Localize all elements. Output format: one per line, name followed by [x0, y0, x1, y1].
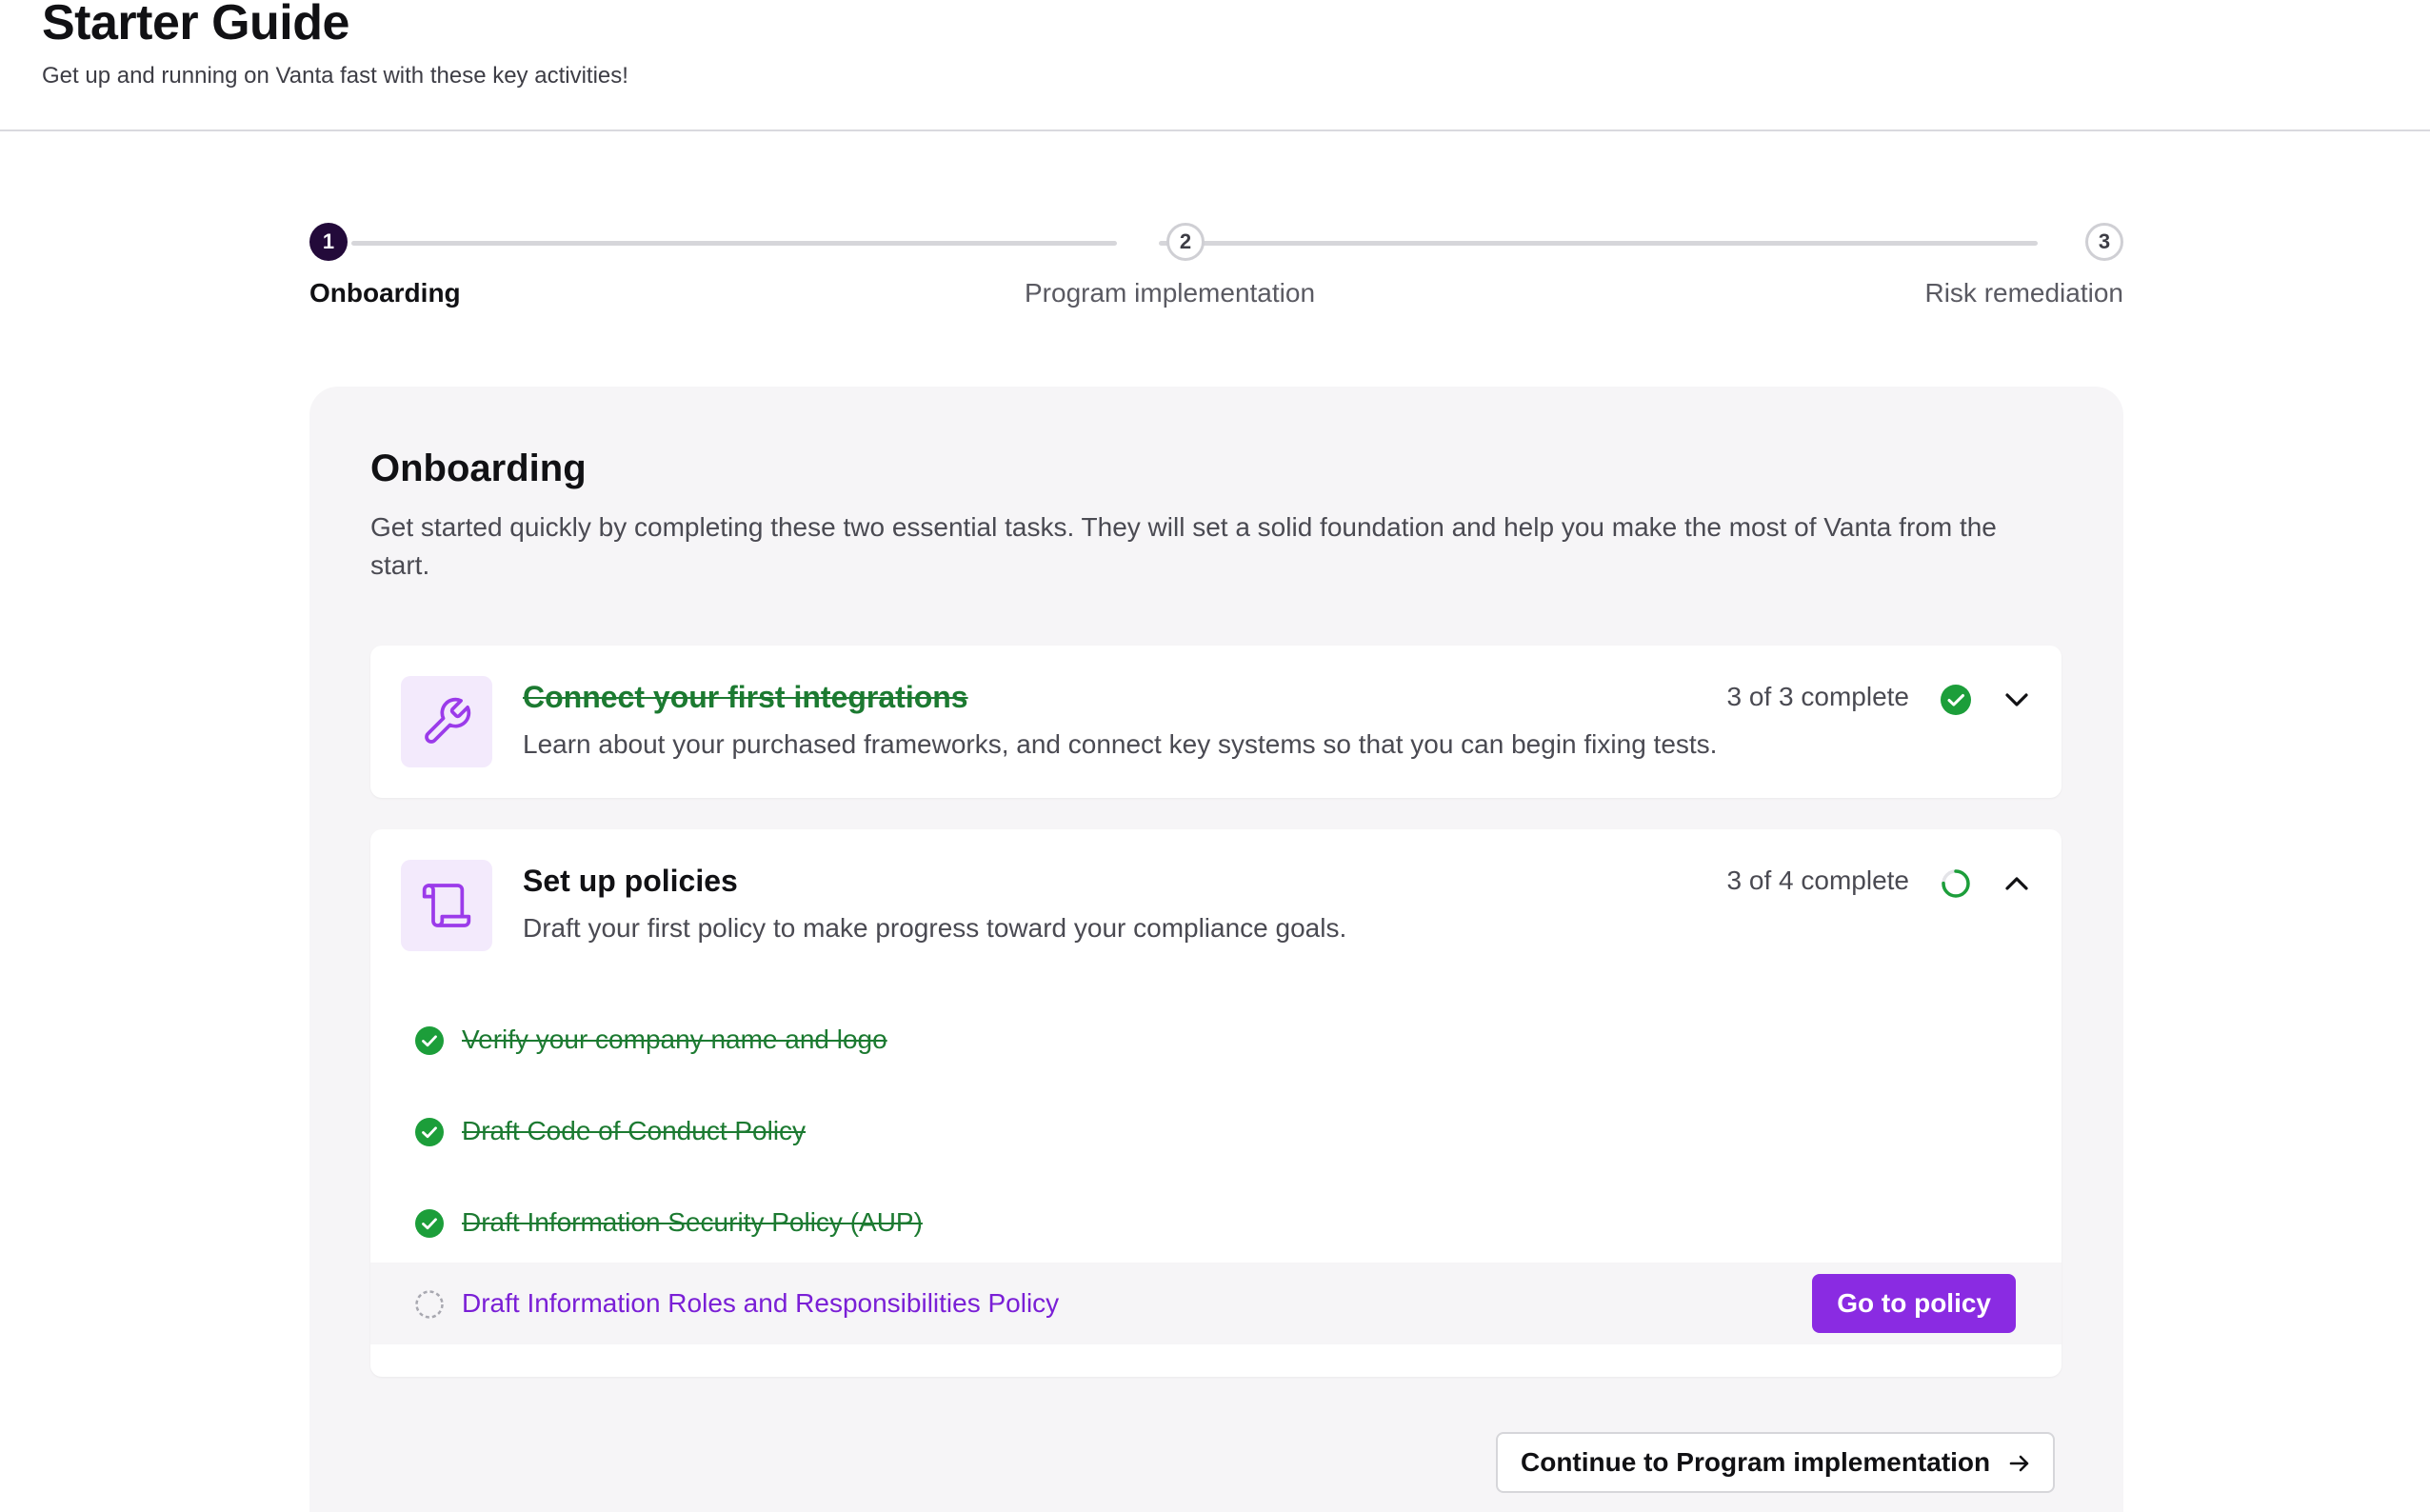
step-2-indicator[interactable]: 2	[1166, 223, 1205, 261]
subtask-link[interactable]: Draft Information Roles and Responsibili…	[462, 1288, 1059, 1319]
scroll-icon	[401, 860, 492, 951]
progress-stepper: 1 2 3 Onboarding Program implementation …	[309, 221, 2123, 316]
section-description: Get started quickly by completing these …	[370, 512, 1997, 580]
chevron-up-icon[interactable]	[2001, 867, 2033, 900]
wrench-icon	[401, 676, 492, 767]
subtask-item-current[interactable]: Draft Information Roles and Responsibili…	[370, 1263, 2062, 1344]
dashed-circle-icon	[414, 1289, 445, 1320]
starter-guide-page: Starter Guide Get up and running on Vant…	[0, 0, 2430, 1512]
step-3-label[interactable]: Risk remediation	[1924, 278, 2123, 308]
step-1-indicator[interactable]: 1	[309, 223, 348, 261]
task-card-integrations[interactable]: Connect your first integrations Learn ab…	[370, 646, 2062, 798]
go-to-policy-button[interactable]: Go to policy	[1812, 1274, 2016, 1333]
subtask-label: Draft Information Security Policy (AUP)	[462, 1207, 923, 1237]
stepper-connector-1	[351, 241, 1117, 246]
stepper-connector-2	[1159, 241, 2038, 246]
task-card-policies[interactable]: Set up policies Draft your first policy …	[370, 829, 2062, 1377]
task-description: Draft your first policy to make progress…	[523, 913, 1347, 943]
task-title: Set up policies	[523, 864, 738, 898]
subtask-item[interactable]: Draft Code of Conduct Policy	[370, 1090, 2062, 1172]
progress-ring-icon	[1940, 867, 1972, 900]
arrow-right-icon	[2007, 1451, 2032, 1476]
task-progress-text: 3 of 3 complete	[1726, 682, 1909, 711]
task-progress-text: 3 of 4 complete	[1726, 865, 1909, 895]
check-circle-icon	[414, 1117, 445, 1147]
section-title: Onboarding	[370, 448, 587, 489]
check-circle-icon	[1940, 684, 1972, 716]
page-header: Starter Guide Get up and running on Vant…	[0, 0, 2430, 131]
onboarding-panel: Onboarding Get started quickly by comple…	[309, 387, 2123, 1512]
page-title: Starter Guide	[42, 0, 349, 50]
check-circle-icon	[414, 1208, 445, 1239]
subtask-label: Verify your company name and logo	[462, 1025, 887, 1054]
step-1-label[interactable]: Onboarding	[309, 278, 461, 308]
chevron-down-icon[interactable]	[2001, 684, 2033, 716]
subtask-item[interactable]: Verify your company name and logo	[370, 999, 2062, 1081]
step-3-indicator[interactable]: 3	[2085, 223, 2123, 261]
task-description: Learn about your purchased frameworks, a…	[523, 729, 1718, 759]
subtask-label: Draft Code of Conduct Policy	[462, 1116, 807, 1145]
continue-button-label: Continue to Program implementation	[1521, 1447, 1991, 1477]
subtask-item[interactable]: Draft Information Security Policy (AUP)	[370, 1182, 2062, 1263]
continue-button[interactable]: Continue to Program implementation	[1496, 1432, 2056, 1493]
page-subtitle: Get up and running on Vanta fast with th…	[42, 63, 628, 89]
step-2-label[interactable]: Program implementation	[1025, 278, 1315, 308]
check-circle-icon	[414, 1025, 445, 1056]
task-title: Connect your first integrations	[523, 680, 968, 714]
